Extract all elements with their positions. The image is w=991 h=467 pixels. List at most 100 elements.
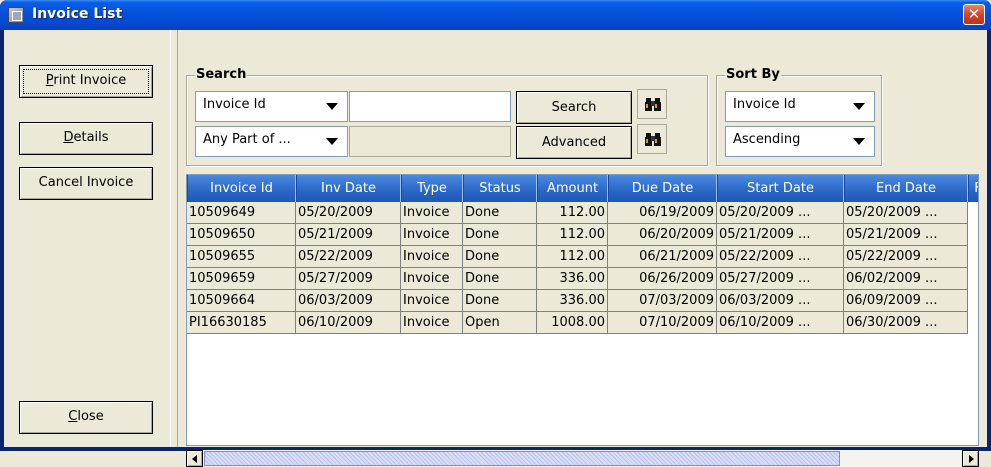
close-label: Close (68, 409, 104, 424)
table-cell: 336.00 (537, 290, 608, 312)
table-cell: 06/26/2009 (608, 268, 717, 290)
binoculars-glyph (645, 98, 661, 111)
table-cell: 10509659 (187, 268, 296, 290)
search-button[interactable]: Search (516, 91, 632, 124)
search-field-select-value: Invoice Id (203, 97, 266, 112)
details-button[interactable]: Details (19, 122, 153, 155)
table-cell: 06/10/2009 ... (717, 312, 844, 334)
table-cell: 10509650 (187, 224, 296, 246)
table-cell: 06/30/2009 ... (844, 312, 968, 334)
print-invoice-button[interactable]: Print Invoice (19, 65, 153, 98)
table-cell: 06/21/2009 (608, 246, 717, 268)
table-cell: 05/21/2009 (296, 224, 401, 246)
match-type-select[interactable]: Any Part of ... (195, 126, 348, 157)
horizontal-scrollbar[interactable] (186, 450, 979, 467)
table-cell: 336.00 (537, 268, 608, 290)
match-type-select-value: Any Part of ... (203, 132, 291, 147)
split-pane-divider[interactable] (170, 30, 178, 447)
sort-by-group: Sort By Invoice Id Ascending (716, 67, 882, 166)
chevron-down-icon (853, 103, 865, 110)
chevron-down-icon (326, 138, 338, 145)
invoice-list-window: Invoice List ✕ Print Invoice Details Can… (0, 0, 991, 467)
window-client-area: Print Invoice Details Cancel Invoice Clo… (4, 30, 987, 467)
table-cell: 112.00 (537, 246, 608, 268)
table-cell: 05/21/2009 ... (717, 224, 844, 246)
table-cell: Invoice (401, 290, 463, 312)
column-header[interactable]: Status (463, 175, 537, 202)
column-header[interactable]: Inv Date (296, 175, 401, 202)
scroll-left-button[interactable] (186, 450, 203, 467)
binoculars-icon[interactable] (637, 89, 667, 119)
invoice-table: Invoice Id Inv Date Type Status Amount Due Da… (186, 174, 979, 446)
table-cell: 05/20/2009 (296, 202, 401, 224)
close-window-button[interactable]: ✕ (963, 4, 985, 25)
table-cell: 05/20/2009 ... (844, 202, 968, 224)
scrollbar-track[interactable] (203, 450, 962, 467)
table-cell: Done (463, 224, 537, 246)
table-cell: 112.00 (537, 202, 608, 224)
binoculars-icon[interactable] (637, 124, 667, 154)
table-cell: 06/20/2009 (608, 224, 717, 246)
advanced-search-field (349, 126, 511, 157)
action-panel: Print Invoice Details Cancel Invoice Clo… (4, 30, 168, 447)
sort-order-select-value: Ascending (733, 132, 801, 147)
scrollbar-thumb[interactable] (204, 451, 840, 466)
table-cell: 05/22/2009 ... (717, 246, 844, 268)
title-bar[interactable]: Invoice List ✕ (0, 0, 991, 30)
column-header[interactable]: Start Date (717, 175, 844, 202)
table-cell: 05/22/2009 ... (844, 246, 968, 268)
sort-order-select[interactable]: Ascending (725, 126, 875, 157)
close-icon: ✕ (967, 5, 981, 23)
table-header: Invoice Id Inv Date Type Status Amount Due Da… (187, 175, 978, 202)
table-cell: 1008.00 (537, 312, 608, 334)
table-cell: Done (463, 202, 537, 224)
search-field-select[interactable]: Invoice Id (195, 91, 348, 122)
print-invoice-label: Print Invoice (45, 73, 127, 88)
search-button-label: Search (551, 100, 597, 115)
table-row[interactable]: 10509649 05/20/2009 Invoice Done 112.00 06/19… (187, 202, 978, 224)
column-header[interactable]: Due Date (608, 175, 717, 202)
cancel-invoice-button[interactable]: Cancel Invoice (19, 167, 153, 200)
binoculars-glyph (645, 133, 661, 146)
table-cell: 06/09/2009 ... (844, 290, 968, 312)
column-header[interactable]: Type (401, 175, 463, 202)
table-cell: 05/27/2009 ... (717, 268, 844, 290)
search-group: Search Invoice Id Search Any Part of ...… (186, 67, 708, 166)
table-row[interactable]: PI16630185 06/10/2009 Invoice Open 1008.00 07… (187, 312, 978, 334)
table-cell: Done (463, 246, 537, 268)
advanced-search-button[interactable]: Advanced (516, 126, 632, 159)
table-row[interactable]: 10509650 05/21/2009 Invoice Done 112.00 06/20… (187, 224, 978, 246)
table-cell: 05/22/2009 (296, 246, 401, 268)
table-cell: 112.00 (537, 224, 608, 246)
sort-by-group-title: Sort By (725, 67, 781, 82)
column-header[interactable]: Amount (537, 175, 608, 202)
table-cell: PI16630185 (187, 312, 296, 334)
sort-field-select-value: Invoice Id (733, 97, 796, 112)
table-cell: Invoice (401, 224, 463, 246)
sort-field-select[interactable]: Invoice Id (725, 91, 875, 122)
window-icon (8, 7, 24, 23)
table-row[interactable]: 10509664 06/03/2009 Invoice Done 336.00 07/03… (187, 290, 978, 312)
column-header[interactable]: End Date (844, 175, 968, 202)
advanced-button-label: Advanced (541, 135, 607, 150)
table-cell: 05/20/2009 ... (717, 202, 844, 224)
column-header[interactable]: Invoice Id (187, 175, 296, 202)
details-label: Details (63, 130, 109, 145)
scroll-right-button[interactable] (962, 450, 979, 467)
table-row[interactable]: 10509655 05/22/2009 Invoice Done 112.00 06/21… (187, 246, 978, 268)
chevron-down-icon (853, 138, 865, 145)
search-input[interactable] (349, 91, 511, 122)
table-cell: 06/10/2009 (296, 312, 401, 334)
table-cell: 07/03/2009 (608, 290, 717, 312)
table-cell: 10509649 (187, 202, 296, 224)
table-cell: 06/03/2009 ... (717, 290, 844, 312)
table-cell: 05/27/2009 (296, 268, 401, 290)
table-cell: 06/19/2009 (608, 202, 717, 224)
table-cell: 10509664 (187, 290, 296, 312)
cancel-invoice-label: Cancel Invoice (38, 175, 134, 190)
table-cell: Invoice (401, 312, 463, 334)
close-button[interactable]: Close (19, 401, 153, 434)
table-row[interactable]: 10509659 05/27/2009 Invoice Done 336.00 06/26… (187, 268, 978, 290)
column-header[interactable]: F (968, 175, 978, 202)
arrow-right-icon (969, 455, 974, 463)
